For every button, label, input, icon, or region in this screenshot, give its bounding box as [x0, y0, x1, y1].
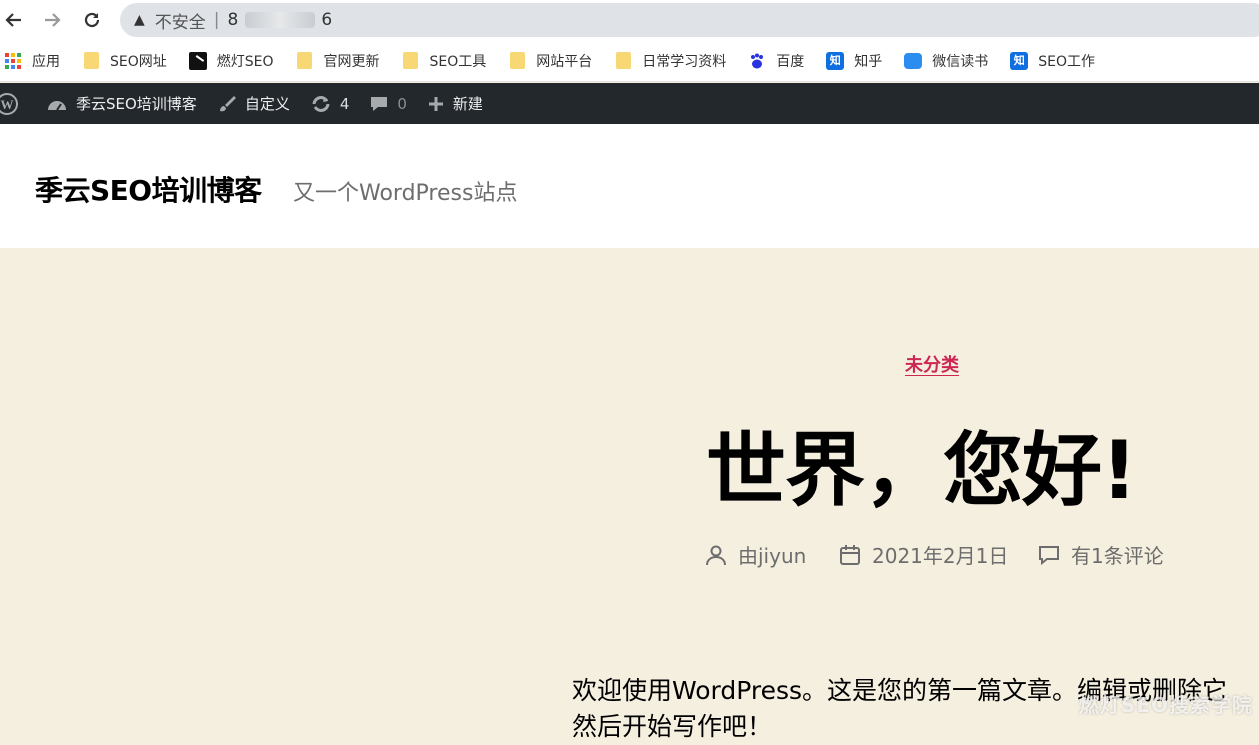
browser-toolbar: ▲ 不安全 | 8 6: [0, 0, 1259, 40]
site-description: 又一个WordPress站点: [293, 181, 518, 206]
bookmark-label: 微信读书: [932, 53, 989, 70]
user-icon: [704, 543, 728, 567]
site-name-menu[interactable]: 季云SEO培训博客: [46, 93, 197, 114]
randeng-icon: [188, 51, 207, 70]
bookmark-label: SEO工具: [429, 53, 487, 70]
bookmark-label: 官网更新: [323, 53, 380, 70]
post-date[interactable]: 2021年2月1日: [838, 540, 1008, 569]
back-button[interactable]: [0, 6, 28, 34]
customize-label: 自定义: [244, 95, 290, 113]
folder-icon: [402, 52, 420, 70]
bookmark-site-platforms[interactable]: 网站平台: [508, 51, 592, 71]
bookmark-apps[interactable]: 应用: [4, 51, 60, 71]
wp-logo-button[interactable]: W: [0, 92, 26, 115]
bookmark-label: 百度: [776, 53, 805, 70]
updates-count: 4: [339, 94, 350, 113]
post-date-label: 2021年2月1日: [872, 544, 1009, 568]
zhihu-icon: 知: [826, 51, 845, 70]
bookmark-label: SEO网址: [110, 53, 167, 70]
site-name-label: 季云SEO培训博客: [76, 95, 197, 113]
bookmark-zhihu[interactable]: 知 知乎: [826, 51, 882, 71]
bookmark-label: 日常学习资料: [642, 53, 727, 70]
bookmarks-bar: 应用 SEO网址 燃灯SEO 官网更新 SEO工具 网站平台 日常学习资料 百度…: [0, 40, 1259, 82]
bookmark-label: 应用: [32, 53, 60, 70]
post-area: 未分类 世界，您好! 由jiyun 2021年2月1日 有1条评论 欢迎使用Wo…: [0, 248, 1259, 741]
post-author[interactable]: 由jiyun: [704, 540, 806, 569]
folder-icon: [614, 52, 632, 70]
reload-button[interactable]: [78, 6, 106, 34]
reload-icon: [84, 12, 100, 28]
svg-text:W: W: [1, 97, 14, 112]
bookmark-label: SEO工作: [1038, 53, 1096, 70]
address-separator: |: [213, 10, 220, 30]
site-header: 季云SEO培训博客 又一个WordPress站点: [0, 124, 1259, 248]
apps-grid-icon: [4, 52, 22, 70]
address-bar[interactable]: ▲ 不安全 | 8 6: [120, 3, 1259, 37]
zhihu-icon: 知: [1010, 51, 1029, 70]
bookmark-label: 网站平台: [536, 53, 593, 70]
baidu-paw-icon: [748, 52, 766, 70]
url-suffix: 6: [321, 10, 334, 30]
bookmark-label: 知乎: [854, 53, 883, 70]
warning-triangle-icon: ▲: [134, 12, 145, 28]
bookmark-seo-work[interactable]: 知 SEO工作: [1010, 51, 1095, 71]
plus-icon: [427, 95, 445, 113]
updates-link[interactable]: 4: [310, 94, 350, 113]
url-blurred-region: [245, 12, 316, 28]
forward-button[interactable]: [38, 6, 66, 34]
bookmark-daily-study[interactable]: 日常学习资料: [614, 51, 726, 71]
bookmark-seo-sites[interactable]: SEO网址: [82, 51, 167, 71]
bookmark-randeng-seo[interactable]: 燃灯SEO: [188, 51, 274, 71]
bookmark-baidu[interactable]: 百度: [748, 51, 804, 71]
site-title[interactable]: 季云SEO培训博客: [35, 169, 262, 209]
forward-arrow-icon: [45, 13, 61, 27]
bookmark-seo-tools[interactable]: SEO工具: [402, 51, 487, 71]
security-label: 不安全: [154, 12, 206, 33]
comments-count: 0: [397, 94, 407, 113]
folder-icon: [508, 52, 526, 70]
folder-icon: [296, 52, 314, 70]
back-arrow-icon: [5, 13, 21, 27]
calendar-icon: [838, 543, 862, 567]
weread-icon: [904, 52, 923, 70]
comments-link[interactable]: 0: [369, 94, 407, 114]
bookmark-weread[interactable]: 微信读书: [904, 51, 988, 71]
post-category-link[interactable]: 未分类: [905, 351, 959, 377]
dashboard-gauge-icon: [46, 95, 68, 113]
wordpress-logo-icon: W: [0, 92, 18, 115]
updates-refresh-icon: [310, 95, 332, 113]
new-label: 新建: [452, 95, 483, 113]
post-title[interactable]: 世界，您好!: [706, 406, 1137, 522]
wp-admin-bar: W 季云SEO培训博客 自定义 4 0 新建: [0, 83, 1259, 124]
new-content-menu[interactable]: 新建: [427, 93, 483, 114]
bookmark-label: 燃灯SEO: [216, 53, 274, 70]
comment-icon: [1037, 543, 1061, 567]
post-author-label: 由jiyun: [738, 544, 807, 568]
url-prefix: 8: [227, 10, 240, 30]
post-comments-label: 有1条评论: [1071, 544, 1164, 568]
watermark: 燃灯SEO搜索学院: [1078, 693, 1253, 717]
bookmark-official-updates[interactable]: 官网更新: [296, 51, 380, 71]
paintbrush-icon: [217, 94, 237, 114]
post-comments[interactable]: 有1条评论: [1037, 540, 1164, 569]
comment-bubble-icon: [369, 94, 389, 114]
customize-link[interactable]: 自定义: [217, 93, 290, 114]
folder-icon: [82, 52, 100, 70]
